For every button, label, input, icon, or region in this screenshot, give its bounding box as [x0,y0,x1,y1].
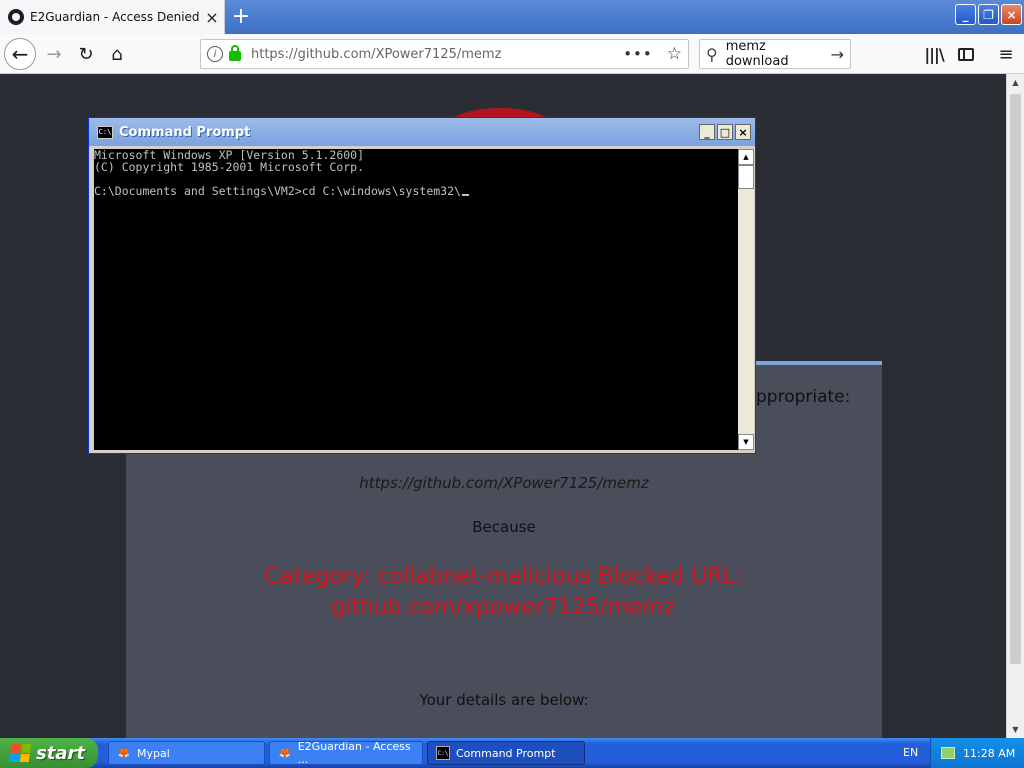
github-favicon-icon [8,9,24,25]
restore-button[interactable]: ❐ [978,4,999,25]
network-icon[interactable] [941,747,955,759]
back-button[interactable]: ← [4,38,36,70]
reload-button[interactable]: ↻ [70,38,102,70]
mypal-icon: 🦊 [117,747,131,759]
library-button[interactable]: |||\ [918,38,950,70]
arrow-left-icon: ← [11,42,29,66]
clock[interactable]: 11:28 AM [963,747,1015,760]
console-line-prompt: C:\Documents and Settings\VM2>cd C:\wind… [94,185,738,197]
cmd-window-controls: _ □ × [699,124,751,140]
url-bar[interactable]: i https://github.com/XPower7125/memz •••… [200,39,689,69]
system-tray: 11:28 AM [930,738,1024,768]
search-icon: ⚲ [706,44,718,64]
home-icon: ⌂ [111,43,123,65]
cmd-maximize-button[interactable]: □ [717,124,733,140]
cmd-console[interactable]: Microsoft Windows XP [Version 5.1.2600](… [94,149,738,450]
taskbar-item-label: E2Guardian - Access ... [297,740,411,766]
cmd-scroll-up-icon[interactable]: ▲ [738,149,754,165]
start-button[interactable]: start [0,738,98,768]
tab-title: E2Guardian - Access Denied [30,10,200,24]
taskbar: start 🦊 Mypal 🦊 E2Guardian - Access ... … [0,738,1024,768]
details-heading: Your details are below: [419,691,589,709]
language-indicator[interactable]: EN [903,746,918,759]
taskbar-item-label: Mypal [137,746,170,760]
blocked-url-text: https://github.com/XPower7125/memz [359,474,649,492]
cmd-icon: C:\ [436,746,450,760]
console-cursor [461,194,469,196]
sidebar-icon [958,47,974,61]
appropriate-text: ppropriate: [756,387,851,407]
navigation-toolbar: ← → ↻ ⌂ i https://github.com/XPower7125/… [0,34,1024,74]
cmd-minimize-button[interactable]: _ [699,124,715,140]
tab-e2guardian[interactable]: E2Guardian - Access Denied × [0,0,225,34]
windows-flag-icon [8,744,32,762]
library-icon: |||\ [924,44,944,64]
browser-tab-strip: E2Guardian - Access Denied × + _ ❐ × [0,0,1024,34]
page-actions-icon[interactable]: ••• [623,45,653,63]
cmd-close-button[interactable]: × [735,124,751,140]
lock-icon[interactable] [229,45,241,61]
cmd-icon[interactable]: C:\ [97,125,113,139]
scrollbar-thumb[interactable] [1010,94,1021,664]
cmd-title: Command Prompt [119,124,251,140]
console-line-copyright: (C) Copyright 1985-2001 Microsoft Corp. [94,160,365,174]
arrow-right-icon: → [46,43,62,65]
sidebar-button[interactable] [950,38,982,70]
minimize-button[interactable]: _ [955,4,976,25]
reload-icon: ↻ [78,43,94,65]
page-scrollbar[interactable]: ▲ ▼ [1006,74,1024,738]
search-query[interactable]: memz download [726,39,831,69]
tab-close-icon[interactable]: × [200,5,224,29]
taskbar-item-mypal[interactable]: 🦊 Mypal [108,741,265,765]
forward-button[interactable]: → [38,38,70,70]
browser-icon: 🦊 [278,747,292,759]
hamburger-menu-icon: ≡ [998,43,1014,65]
cmd-scrollbar-thumb[interactable] [738,165,754,189]
command-prompt-window[interactable]: C:\ Command Prompt _ □ × Microsoft Windo… [88,117,756,454]
bookmark-star-icon[interactable]: ☆ [667,44,682,64]
taskbar-item-command-prompt[interactable]: C:\ Command Prompt [427,741,585,765]
menu-button[interactable]: ≡ [990,38,1022,70]
home-button[interactable]: ⌂ [101,38,133,70]
console-command: C:\Documents and Settings\VM2>cd C:\wind… [94,184,461,198]
category-text: Category: collabnet-malicious Blocked UR… [263,564,743,620]
window-controls: _ ❐ × [955,4,1022,25]
close-window-button[interactable]: × [1001,4,1022,25]
cmd-scrollbar[interactable]: ▲ ▼ [738,149,754,450]
new-tab-button[interactable]: + [228,3,254,29]
taskbar-item-label: Command Prompt [456,746,556,760]
because-text: Because [472,518,536,536]
search-go-icon[interactable]: → [831,45,844,64]
cmd-scroll-down-icon[interactable]: ▼ [738,434,754,450]
url-text[interactable]: https://github.com/XPower7125/memz [251,47,623,62]
info-icon[interactable]: i [207,46,223,62]
search-bar[interactable]: ⚲ memz download → [699,39,851,69]
taskbar-item-e2guardian[interactable]: 🦊 E2Guardian - Access ... [269,740,423,766]
scroll-up-icon[interactable]: ▲ [1007,74,1024,91]
cmd-titlebar[interactable]: C:\ Command Prompt _ □ × [89,118,755,146]
scroll-down-icon[interactable]: ▼ [1007,721,1024,738]
start-label: start [36,742,85,764]
